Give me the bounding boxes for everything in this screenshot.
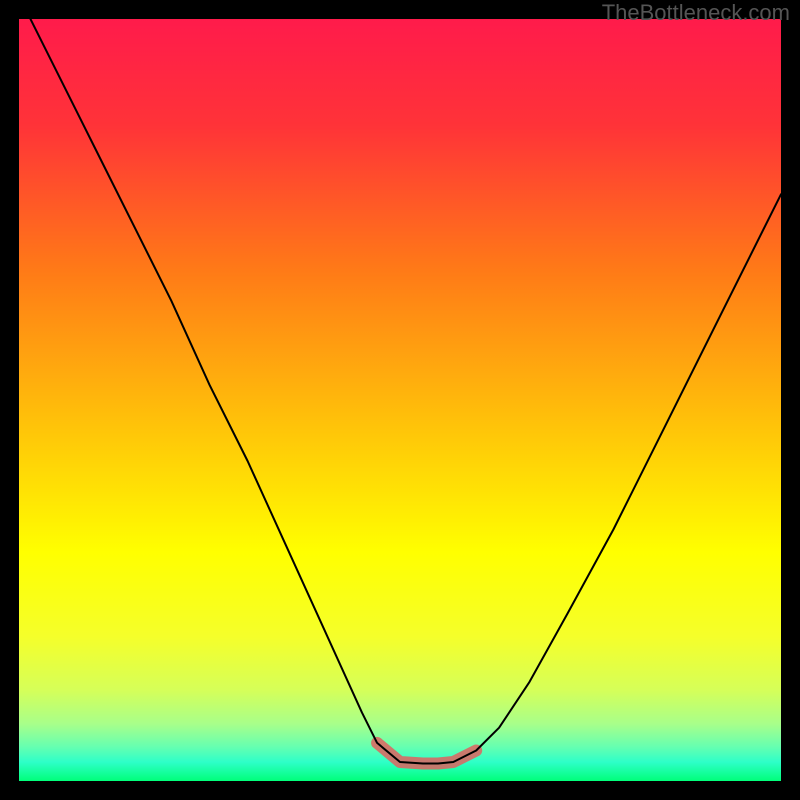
- curve-layer: [19, 19, 781, 781]
- watermark-text: TheBottleneck.com: [602, 0, 790, 26]
- trough-highlight-path: [377, 743, 476, 764]
- chart-frame: TheBottleneck.com: [0, 0, 800, 800]
- plot-area: [19, 19, 781, 781]
- bottleneck-curve-path: [19, 19, 781, 764]
